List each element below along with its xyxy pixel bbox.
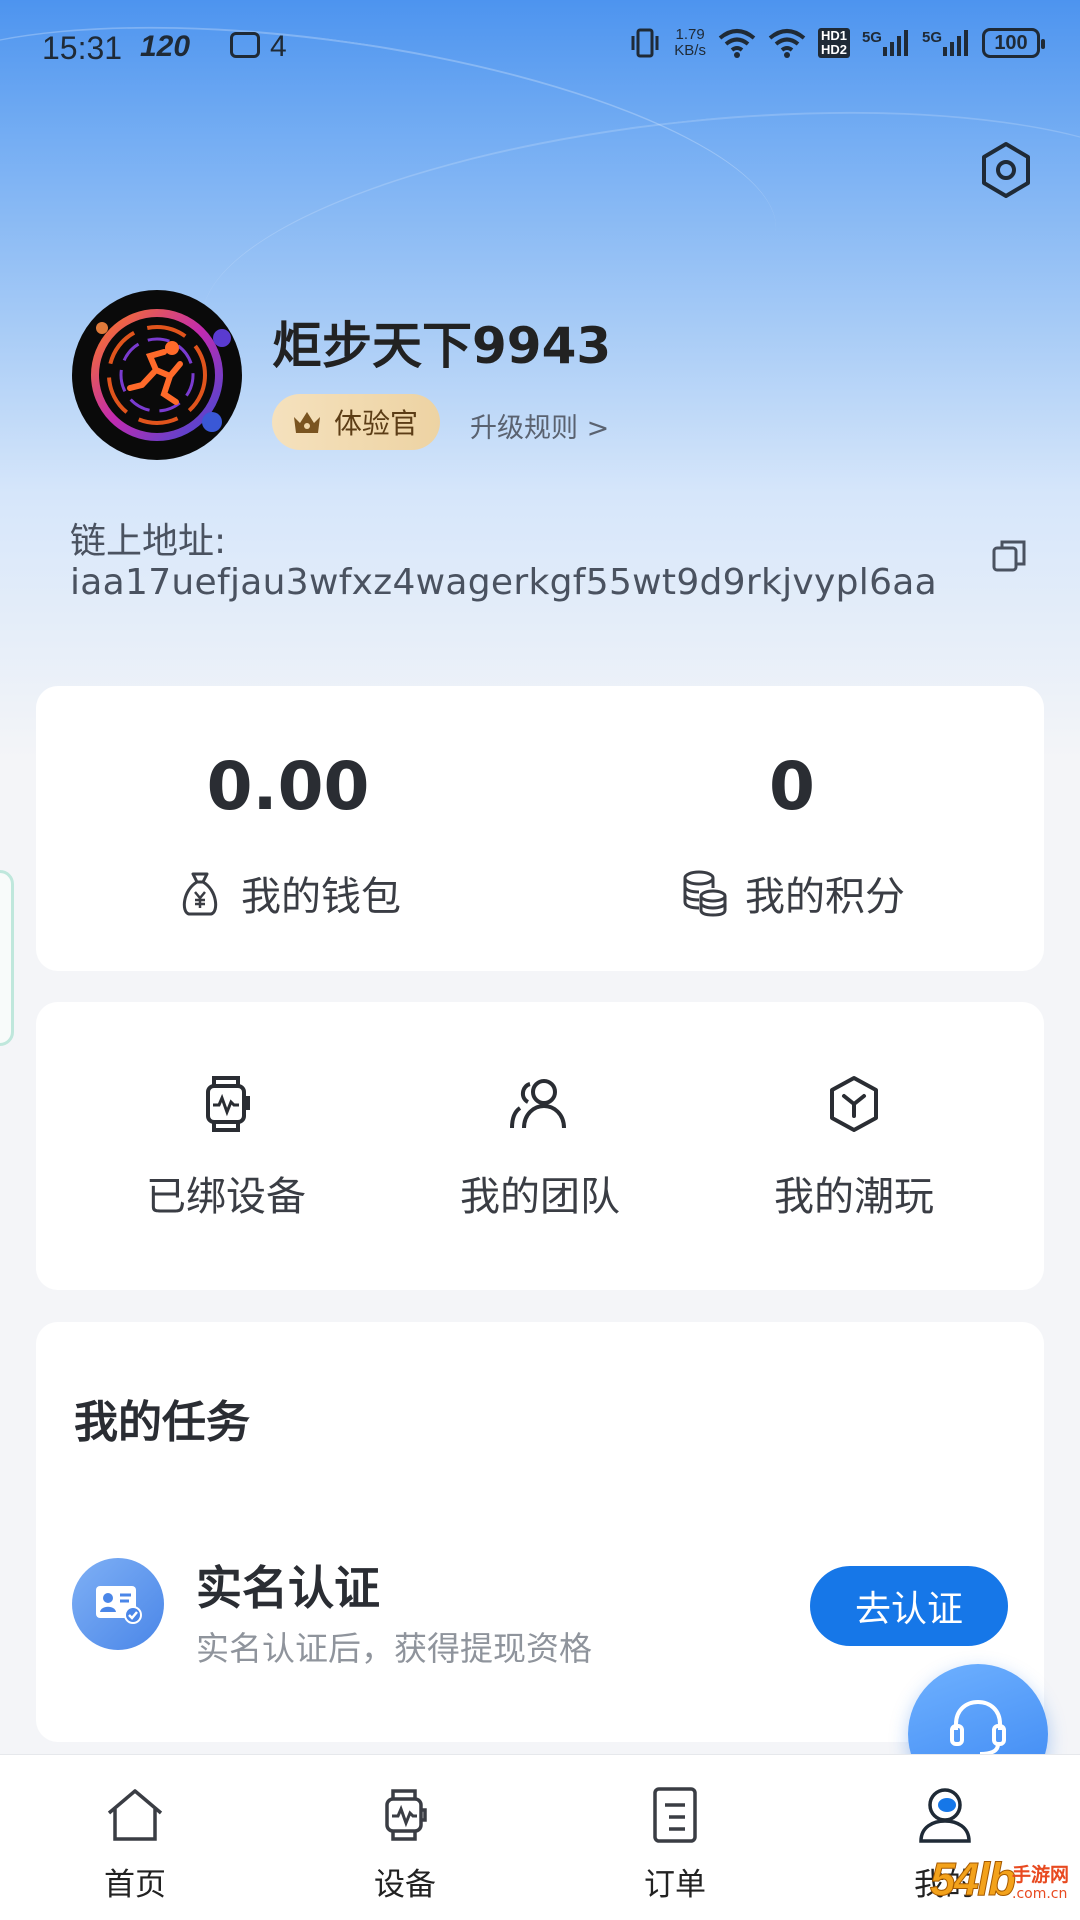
level-label: 体验官	[334, 407, 419, 440]
tab-orders[interactable]: 订单	[540, 1755, 810, 1920]
battery-icon: 100	[982, 28, 1045, 58]
status-time: 15:31	[42, 30, 123, 66]
username: 炬步天下9943	[272, 317, 612, 375]
wifi-icon	[718, 29, 756, 58]
money-bag-icon	[182, 872, 218, 916]
menu-label: 已绑设备	[146, 1174, 306, 1220]
points-stat[interactable]: 0 我的积分	[540, 686, 1044, 971]
id-card-icon	[72, 1558, 164, 1650]
order-icon	[653, 1787, 697, 1843]
copy-icon[interactable]	[990, 536, 1030, 576]
watermark-number: 54lb	[929, 1853, 1016, 1906]
headset-icon	[950, 1699, 1006, 1756]
points-label-row: 我的积分	[540, 864, 1044, 922]
menu-item-devices[interactable]: 已绑设备	[76, 1002, 376, 1290]
signal-icon	[943, 30, 968, 56]
hd-indicator: HD1 HD2	[817, 28, 850, 58]
avatar[interactable]	[72, 290, 242, 460]
side-drawer-handle[interactable]	[0, 870, 14, 1046]
device-icon	[385, 1789, 427, 1841]
crown-icon	[294, 412, 320, 433]
menu-label: 我的潮玩	[774, 1174, 934, 1220]
coins-icon	[683, 870, 727, 917]
watermark-text: 手游网	[1012, 1864, 1070, 1886]
wifi-icon	[768, 29, 806, 58]
chain-address-label: 链上地址:	[70, 521, 227, 562]
notification-count: 4	[270, 30, 287, 63]
wallet-stat[interactable]: 0.00 我的钱包	[36, 686, 540, 971]
tab-label: 首页	[104, 1867, 166, 1903]
wallet-balance: 0.00	[206, 748, 370, 825]
bottom-tab-bar: 首页 设备 订单 我的	[0, 1754, 1080, 1920]
net-speed: 1.79 KB/s	[674, 27, 706, 59]
signal-icon	[882, 30, 908, 56]
refresh-rate: 120	[140, 30, 191, 63]
network-type: 5G	[921, 29, 942, 46]
battery-level: 100	[994, 31, 1028, 54]
tab-device[interactable]: 设备	[270, 1755, 540, 1920]
tasks-card: 我的任务 实名认证 实名认证后，获得提现资格 去认证	[36, 1322, 1044, 1742]
wallet-label-row: 我的钱包	[36, 864, 540, 922]
hd1-label: HD1	[820, 28, 847, 43]
task-description: 实名认证后，获得提现资格	[196, 1629, 592, 1668]
network-type: 5G	[861, 29, 882, 46]
tab-home[interactable]: 首页	[0, 1755, 270, 1920]
level-badge[interactable]: 体验官	[272, 394, 441, 450]
wallet-label: 我的钱包	[241, 874, 401, 920]
settings-icon[interactable]	[976, 140, 1036, 200]
smartwatch-icon	[206, 1076, 250, 1132]
quick-menu-card: 已绑设备 我的团队 我的潮玩	[36, 1002, 1044, 1290]
wallet-card: 0.00 我的钱包 0 我的积分	[36, 686, 1044, 971]
tasks-title: 我的任务	[74, 1397, 250, 1448]
profile-icon	[919, 1788, 971, 1843]
menu-label: 我的团队	[460, 1174, 620, 1220]
hd2-label: HD2	[820, 42, 847, 57]
net-speed-unit: KB/s	[674, 42, 706, 59]
net-speed-value: 1.79	[675, 26, 705, 43]
signal-sim1: 5G	[862, 29, 910, 57]
upgrade-rules-link[interactable]: 升级规则 >	[470, 406, 609, 445]
status-right: 1.79 KB/s HD1 HD2 5G 5G 100	[628, 26, 1045, 60]
points-label: 我的积分	[745, 874, 905, 920]
verify-button[interactable]: 去认证	[810, 1566, 1008, 1646]
home-icon	[107, 1789, 163, 1841]
task-title: 实名认证	[196, 1561, 380, 1615]
points-value: 0	[769, 748, 815, 825]
status-bar: 15:31 120 4 1.79 KB/s HD1 HD2 5G 5G 100	[0, 0, 1080, 100]
runner-logo-icon	[91, 309, 231, 441]
chain-address: iaa17uefjau3wfxz4wagerkgf55wt9d9rkjvypl6…	[70, 562, 938, 603]
vibrate-icon	[631, 28, 659, 58]
tab-label: 设备	[374, 1867, 436, 1903]
signal-sim2: 5G	[922, 29, 970, 57]
tab-label: 订单	[644, 1867, 706, 1903]
menu-item-collectibles[interactable]: 我的潮玩	[704, 1002, 1004, 1290]
watermark-sub: .com.cn	[1012, 1886, 1068, 1902]
team-icon	[510, 1079, 566, 1129]
site-watermark: 54lb 手游网 .com.cn	[929, 1852, 1080, 1920]
message-icon	[230, 32, 260, 58]
cube-icon	[830, 1076, 878, 1132]
menu-item-team[interactable]: 我的团队	[390, 1002, 690, 1290]
